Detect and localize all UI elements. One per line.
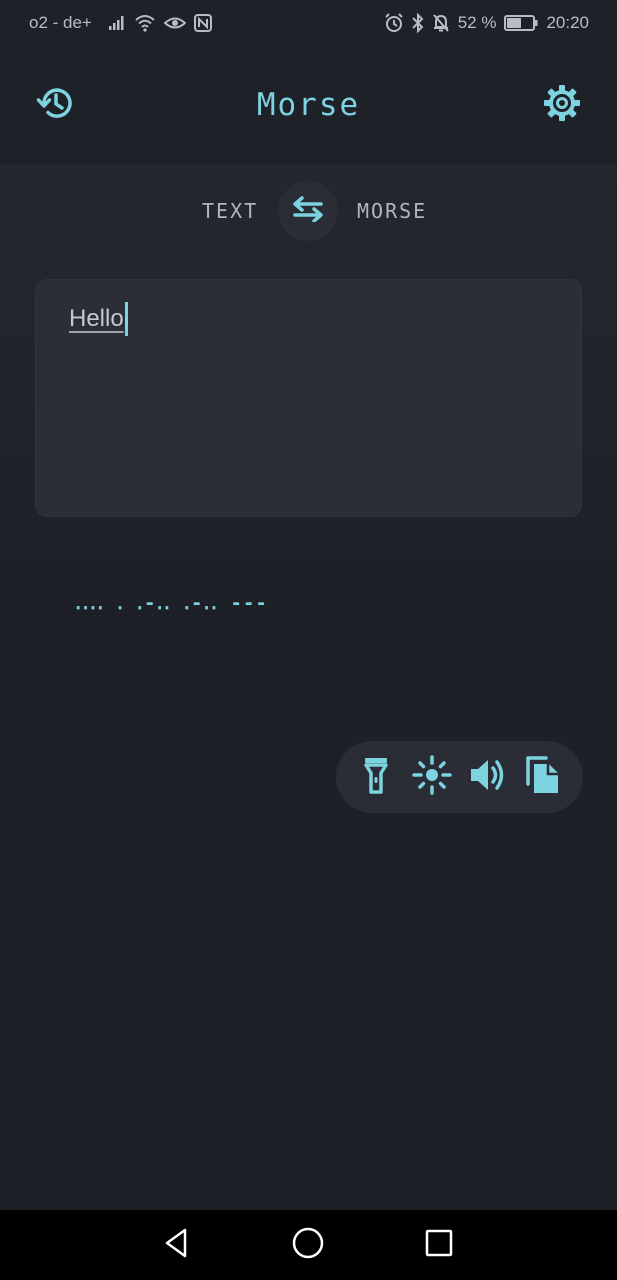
swap-mode-button[interactable] (278, 181, 338, 241)
sound-icon (467, 755, 507, 800)
flashlight-button[interactable] (352, 753, 400, 801)
swap-arrows-icon (291, 195, 325, 227)
text-input-field[interactable]: Hello (35, 279, 582, 517)
screen-flash-button[interactable] (408, 753, 456, 801)
status-bar: o2 - de+ 52 % 20:20 (0, 0, 617, 46)
mode-switch: TEXT MORSE (0, 164, 617, 264)
history-icon (35, 83, 75, 128)
eye-icon (163, 15, 186, 31)
signal-icon (108, 15, 126, 31)
nfc-icon (193, 14, 212, 32)
flashlight-icon (361, 755, 391, 800)
home-button[interactable] (283, 1220, 333, 1270)
carrier-label: o2 - de+ (29, 13, 92, 32)
text-cursor (124, 302, 128, 336)
back-triangle-icon (161, 1227, 193, 1264)
clock: 20:20 (546, 13, 589, 32)
target-mode-label: MORSE (357, 199, 428, 223)
recents-square-icon (423, 1227, 455, 1264)
sound-button[interactable] (463, 753, 511, 801)
system-navigation-bar (0, 1210, 617, 1280)
copy-button[interactable] (519, 753, 567, 801)
battery-icon (504, 15, 538, 31)
morse-output[interactable]: ․․․․ ․ ․-․․ ․-․․ --- (75, 592, 268, 614)
source-mode-label: TEXT (202, 199, 259, 223)
notifications-off-icon (432, 13, 450, 33)
wifi-icon (134, 14, 156, 32)
app-bar: Morse (0, 46, 617, 164)
bluetooth-icon (411, 13, 424, 33)
input-value[interactable]: Hello (69, 305, 124, 333)
history-button[interactable] (31, 81, 79, 129)
settings-button[interactable] (538, 81, 586, 129)
action-bar (336, 741, 583, 813)
input-text-wrapper[interactable]: Hello (69, 302, 128, 336)
battery-percent: 52 % (457, 13, 497, 32)
main-content: TEXT MORSE Hello ․․․․ ․ ․-․․ ․-․․ --- (0, 164, 617, 1210)
home-circle-icon (291, 1226, 325, 1265)
copy-icon (524, 755, 562, 800)
screen-flash-icon (411, 754, 453, 801)
app-title: Morse (256, 87, 361, 123)
gear-icon (542, 83, 582, 128)
alarm-icon (384, 13, 404, 33)
back-button[interactable] (152, 1220, 202, 1270)
recents-button[interactable] (414, 1220, 464, 1270)
